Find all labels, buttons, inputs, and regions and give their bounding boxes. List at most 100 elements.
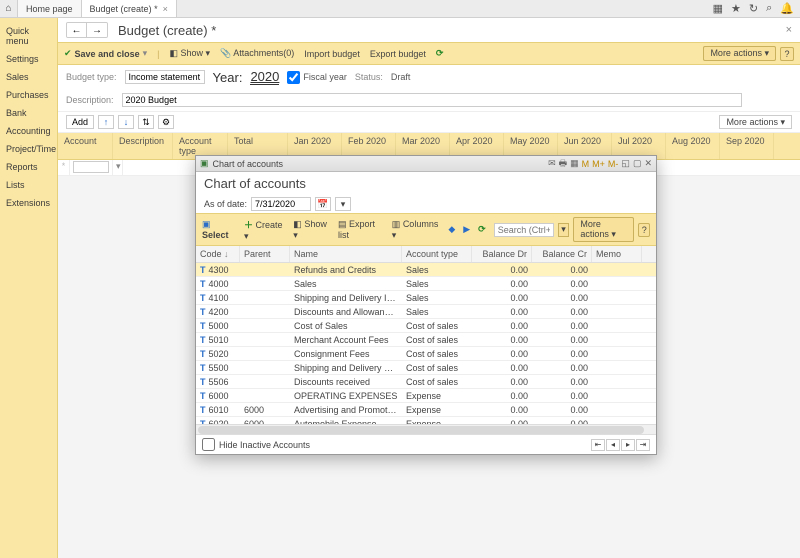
dialog-close-icon[interactable]: ✕: [644, 158, 652, 169]
year-value[interactable]: 2020: [250, 69, 279, 85]
col-aug[interactable]: Aug 2020: [666, 133, 720, 159]
sidebar-item-extensions[interactable]: Extensions: [0, 194, 57, 212]
move-down-button[interactable]: ↓: [118, 115, 134, 129]
description-input[interactable]: [122, 93, 742, 107]
dlg-col-name[interactable]: Name: [290, 246, 402, 262]
sidebar-item-settings[interactable]: Settings: [0, 50, 57, 68]
account-row[interactable]: T5000Cost of SalesCost of sales0.000.00: [196, 319, 656, 333]
help-button[interactable]: ?: [780, 47, 794, 61]
show-button[interactable]: ◧ Show ▾: [169, 48, 210, 59]
move-up-button[interactable]: ↑: [98, 115, 114, 129]
columns-button[interactable]: ▥ Columns ▾: [392, 219, 441, 241]
sort-button[interactable]: ⇅: [138, 115, 154, 129]
import-button[interactable]: Import budget: [304, 49, 360, 59]
save-button[interactable]: ✔Save and close ▾: [64, 48, 147, 59]
mem-m[interactable]: M: [582, 159, 590, 169]
dlg-col-cr[interactable]: Balance Cr: [532, 246, 592, 262]
refresh-icon[interactable]: ⟳: [436, 48, 444, 59]
nav-prev-button[interactable]: ◂: [606, 439, 620, 451]
account-row[interactable]: T6000OPERATING EXPENSESExpense0.000.00: [196, 389, 656, 403]
calendar-icon[interactable]: 📅: [315, 197, 331, 211]
dlg-col-dr[interactable]: Balance Dr: [472, 246, 532, 262]
dlg-refresh-icon[interactable]: ⟳: [478, 224, 486, 235]
export-button[interactable]: Export budget: [370, 49, 426, 59]
sidebar-item-purchases[interactable]: Purchases: [0, 86, 57, 104]
account-row[interactable]: T4200Discounts and AllowancesSales0.000.…: [196, 305, 656, 319]
sidebar: Quick menu Settings Sales Purchases Bank…: [0, 18, 58, 558]
nav-next-button[interactable]: ▸: [621, 439, 635, 451]
account-row[interactable]: T5506Discounts receivedCost of sales0.00…: [196, 375, 656, 389]
export-list-button[interactable]: ▤ Export list: [338, 219, 384, 240]
fiscal-year-label: Fiscal year: [303, 72, 347, 82]
nav-prev-icon[interactable]: ▶: [463, 224, 470, 235]
dialog-max-icon[interactable]: ▢: [633, 158, 642, 169]
sidebar-item-sales[interactable]: Sales: [0, 68, 57, 86]
dlg-search-input[interactable]: [494, 223, 554, 237]
dialog-pop-icon[interactable]: ◱: [621, 158, 630, 169]
col-sep[interactable]: Sep 2020: [720, 133, 774, 159]
dlg-more-actions-button[interactable]: More actions ▾: [573, 217, 634, 242]
close-page-icon[interactable]: ×: [786, 24, 792, 36]
account-row[interactable]: T5020Consignment FeesCost of sales0.000.…: [196, 347, 656, 361]
account-row[interactable]: T4000SalesSales0.000.00: [196, 277, 656, 291]
tab-budget[interactable]: Budget (create) *×: [82, 0, 177, 17]
account-cell-input[interactable]: [73, 161, 109, 173]
history-icon[interactable]: ↻: [749, 2, 758, 15]
account-row[interactable]: T60206000Automobile ExpenseExpense0.000.…: [196, 417, 656, 424]
close-tab-icon[interactable]: ×: [163, 4, 168, 14]
dialog-send-icon[interactable]: ✉: [548, 158, 556, 169]
status-label: Status:: [355, 72, 383, 82]
nav-last-button[interactable]: ⇥: [636, 439, 650, 451]
dlg-col-code[interactable]: Code ↓: [196, 246, 240, 262]
account-row[interactable]: T4100Shipping and Delivery IncomeSales0.…: [196, 291, 656, 305]
nav-fwd-button[interactable]: →: [87, 23, 107, 37]
mem-mminus[interactable]: M-: [608, 159, 619, 169]
star-icon[interactable]: ★: [731, 2, 741, 15]
bell-icon[interactable]: 🔔: [780, 2, 794, 15]
account-row[interactable]: T5010Merchant Account FeesCost of sales0…: [196, 333, 656, 347]
dialog-grid-body[interactable]: T4300Refunds and CreditsSales0.000.00T40…: [196, 263, 656, 424]
more-actions-button[interactable]: More actions ▾: [703, 46, 776, 61]
dlg-col-parent[interactable]: Parent: [240, 246, 290, 262]
sidebar-item-bank[interactable]: Bank: [0, 104, 57, 122]
apps-icon[interactable]: ▦: [713, 2, 723, 15]
dialog-h-scrollbar[interactable]: [196, 424, 656, 434]
asof-input[interactable]: [251, 197, 311, 211]
home-icon[interactable]: ⌂: [0, 0, 18, 17]
nav-first-button[interactable]: ⇤: [591, 439, 605, 451]
sidebar-item-projecttime[interactable]: Project/Time: [0, 140, 57, 158]
budget-type-input[interactable]: [125, 70, 205, 84]
account-row[interactable]: T4300Refunds and CreditsSales0.000.00: [196, 263, 656, 277]
asof-dropdown[interactable]: ▾: [335, 197, 351, 211]
fiscal-year-checkbox[interactable]: [287, 71, 300, 84]
search-dropdown[interactable]: ▾: [558, 223, 570, 237]
account-row[interactable]: T5500Shipping and Delivery ExpenseCost o…: [196, 361, 656, 375]
create-button[interactable]: ＋ Create ▾: [244, 218, 285, 242]
col-account[interactable]: Account: [58, 133, 113, 159]
col-description[interactable]: Description: [113, 133, 173, 159]
attachments-button[interactable]: 📎 Attachments(0): [220, 48, 294, 59]
sidebar-item-reports[interactable]: Reports: [0, 158, 57, 176]
page-toolbar: ✔Save and close ▾ | ◧ Show ▾ 📎 Attachmen…: [58, 42, 800, 65]
hide-inactive-checkbox[interactable]: [202, 438, 215, 451]
nav-first-icon[interactable]: ◆: [448, 224, 455, 235]
mem-mplus[interactable]: M+: [592, 159, 605, 169]
dialog-print-icon[interactable]: 🖶: [559, 156, 568, 172]
dlg-col-memo[interactable]: Memo: [592, 246, 642, 262]
dlg-col-type[interactable]: Account type: [402, 246, 472, 262]
sidebar-item-lists[interactable]: Lists: [0, 176, 57, 194]
nav-back-button[interactable]: ←: [67, 23, 87, 37]
sidebar-item-quickmenu[interactable]: Quick menu: [0, 22, 57, 50]
status-value: Draft: [391, 72, 411, 82]
tab-home[interactable]: Home page: [18, 0, 82, 17]
select-button[interactable]: ▣ Select: [202, 219, 236, 240]
settings-button[interactable]: ⚙: [158, 115, 174, 129]
search-icon[interactable]: ⌕: [766, 2, 772, 15]
grid-more-actions-button[interactable]: More actions ▾: [719, 115, 792, 129]
account-row[interactable]: T60106000Advertising and PromotionExpens…: [196, 403, 656, 417]
dialog-excel-icon[interactable]: ▦: [570, 158, 579, 169]
dlg-help-button[interactable]: ?: [638, 223, 650, 237]
dlg-show-button[interactable]: ◧ Show ▾: [293, 219, 330, 241]
add-row-button[interactable]: Add: [66, 115, 94, 129]
sidebar-item-accounting[interactable]: Accounting: [0, 122, 57, 140]
